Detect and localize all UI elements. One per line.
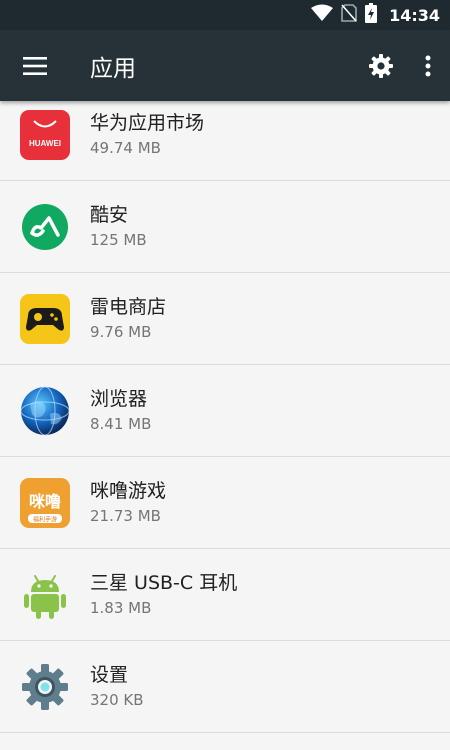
status-time: 14:34	[389, 5, 440, 25]
app-size: 8.41 MB	[90, 414, 152, 433]
more-vert-icon	[425, 55, 431, 76]
settings-gear-icon	[20, 662, 70, 712]
android-icon	[20, 570, 70, 620]
app-info: 华为应用市场 49.74 MB	[90, 111, 204, 159]
app-list: HUAWEI 华为应用市场 49.74 MB 酷安 125 MB 雷电商店 9.…	[0, 101, 450, 750]
svg-text:HUAWEI: HUAWEI	[29, 139, 61, 148]
milu-game-icon: 咪噜 福利手游	[20, 477, 70, 528]
svg-text:咪噜: 咪噜	[29, 492, 61, 511]
app-info: 浏览器 8.41 MB	[90, 387, 151, 435]
hamburger-menu-icon	[23, 56, 47, 75]
app-size: 49.74 MB	[90, 138, 161, 157]
app-name: 三星 USB-C 耳机	[90, 571, 238, 594]
app-name: 咪噜游戏	[90, 479, 167, 502]
app-size: 21.73 MB	[90, 506, 161, 525]
app-size: 1.83 MB	[90, 598, 152, 617]
app-size: 320 KB	[90, 690, 144, 709]
gear-icon	[369, 53, 393, 78]
leidian-store-icon	[20, 293, 70, 344]
page-title: 应用	[90, 55, 136, 82]
wifi-icon	[311, 4, 334, 26]
huawei-appgallery-icon: HUAWEI	[20, 109, 70, 160]
app-row-milu-game[interactable]: 咪噜 福利手游 咪噜游戏 21.73 MB	[0, 457, 450, 549]
app-row-samsung-usbc-earphones[interactable]: 三星 USB-C 耳机 1.83 MB	[0, 549, 450, 641]
coolapk-icon	[20, 202, 70, 252]
app-toolbar: 应用	[0, 30, 450, 101]
svg-text:福利手游: 福利手游	[33, 515, 57, 523]
settings-button[interactable]	[356, 30, 406, 101]
app-info: 咪噜游戏 21.73 MB	[90, 479, 166, 527]
battery-charging-icon	[365, 3, 378, 27]
app-name: 浏览器	[90, 387, 148, 410]
app-info: 设置 320 KB	[90, 663, 144, 711]
app-row-browser[interactable]: 浏览器 8.41 MB	[0, 365, 450, 457]
app-name: 华为应用市场	[90, 111, 205, 134]
app-name: 设置	[90, 663, 129, 686]
app-row-settings[interactable]: 设置 320 KB	[0, 641, 450, 733]
app-info: 三星 USB-C 耳机 1.83 MB	[90, 571, 237, 619]
app-name: 雷电商店	[90, 295, 167, 318]
app-size: 9.76 MB	[90, 322, 152, 341]
browser-icon	[20, 386, 70, 436]
app-size: 125 MB	[90, 230, 147, 249]
no-sim-icon	[341, 4, 357, 26]
app-row-leidian-store[interactable]: 雷电商店 9.76 MB	[0, 273, 450, 365]
overflow-menu-button[interactable]	[406, 30, 450, 101]
app-info: 雷电商店 9.76 MB	[90, 295, 166, 343]
status-bar: 14:34	[0, 0, 450, 30]
app-row-huawei[interactable]: HUAWEI 华为应用市场 49.74 MB	[0, 101, 450, 181]
app-info: 酷安 125 MB	[90, 203, 147, 251]
app-name: 酷安	[90, 203, 129, 226]
app-row-coolapk[interactable]: 酷安 125 MB	[0, 181, 450, 273]
menu-button[interactable]	[0, 30, 70, 101]
